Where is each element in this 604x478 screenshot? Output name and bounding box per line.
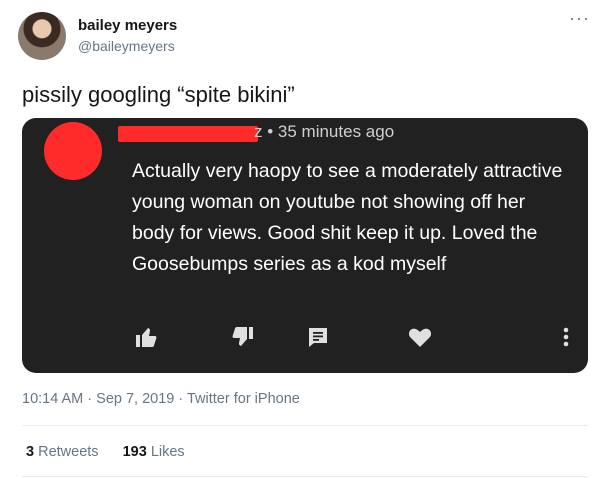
more-vert-icon <box>562 326 570 348</box>
embedded-comment-card: z • 35 minutes ago Actually very haopy t… <box>22 118 588 373</box>
likes-count: 193 <box>122 444 147 460</box>
comment-text: Actually very haopy to see a moderately … <box>132 160 563 275</box>
likes-label: Likes <box>150 444 185 460</box>
redacted-username <box>118 126 258 142</box>
handle[interactable]: @baileymeyers <box>78 38 175 54</box>
reply-icon <box>307 326 329 348</box>
retweets-label: Retweets <box>38 444 99 460</box>
divider <box>22 476 588 477</box>
dislike-icon <box>231 326 255 348</box>
comment-timestamp: 35 minutes ago <box>277 122 395 141</box>
retweets-count: 3 <box>26 444 35 460</box>
comment-meta-prefix: z • <box>254 122 278 141</box>
meta-separator: · <box>83 391 97 407</box>
divider <box>22 425 588 426</box>
redacted-avatar <box>44 122 102 180</box>
heart-icon <box>408 326 432 348</box>
avatar[interactable] <box>18 12 66 60</box>
comment-actions <box>22 326 588 356</box>
tweet-stats: 3 Retweets 193 Likes <box>26 444 205 460</box>
likes-stat[interactable]: 193 Likes <box>123 444 185 460</box>
tweet-text: pissily googling “spite bikini” <box>22 82 295 107</box>
tweet-date[interactable]: Sep 7, 2019 <box>96 391 174 407</box>
like-icon <box>134 326 158 348</box>
tweet-meta: 10:14 AM · Sep 7, 2019 · Twitter for iPh… <box>22 391 300 407</box>
display-name[interactable]: bailey meyers <box>78 17 177 34</box>
retweets-stat[interactable]: 3 Retweets <box>26 444 99 460</box>
meta-separator: · <box>174 391 187 407</box>
more-icon[interactable]: ··· <box>569 8 590 29</box>
comment-meta: z • 35 minutes ago <box>254 122 394 142</box>
tweet-time[interactable]: 10:14 AM <box>22 391 83 407</box>
tweet-source[interactable]: Twitter for iPhone <box>187 391 300 407</box>
